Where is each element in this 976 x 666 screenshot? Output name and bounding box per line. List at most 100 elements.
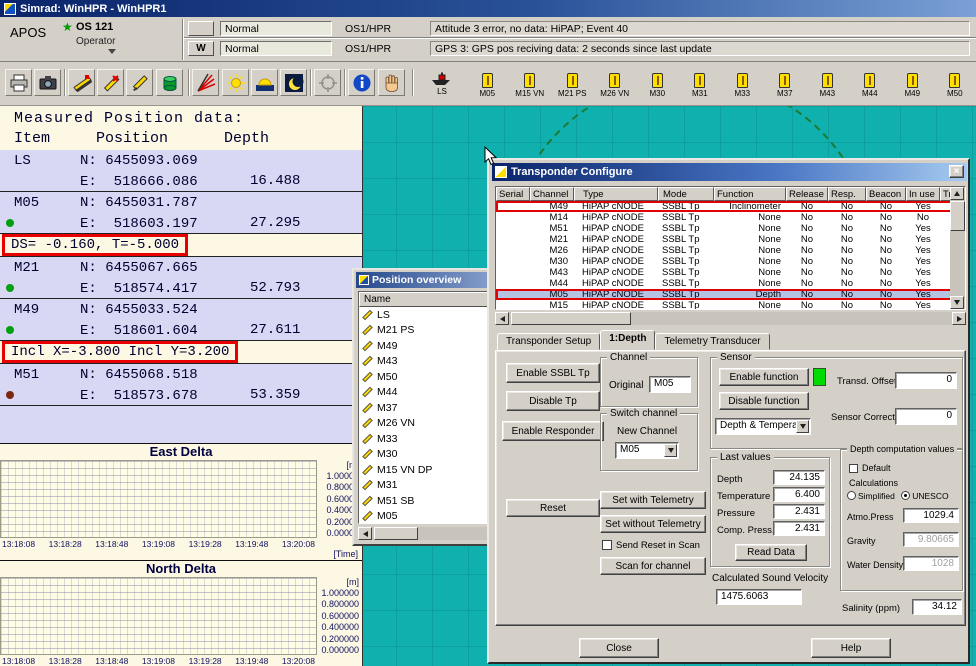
header-function[interactable]: Function <box>714 187 786 201</box>
ack-button-2[interactable]: W <box>188 41 214 56</box>
table-row[interactable]: M51 HiPAP cNODE SSBL Tp None No No No Ye… <box>496 223 965 234</box>
survey-lines-button[interactable] <box>68 69 95 96</box>
chevron-down-icon[interactable] <box>664 444 677 457</box>
close-button[interactable]: Close <box>579 638 659 658</box>
position-overview-titlebar[interactable]: Position overview <box>356 272 506 288</box>
pan-button[interactable] <box>378 69 405 96</box>
salinity-field[interactable]: 34.12 <box>912 599 962 615</box>
tab-transponder-setup[interactable]: Transponder Setup <box>497 333 600 350</box>
window-titlebar[interactable]: Simrad: WinHPR - WinHPR1 <box>0 0 976 17</box>
list-item[interactable]: M49 <box>359 338 505 354</box>
bearing-lines-button[interactable] <box>192 69 219 96</box>
list-item[interactable]: M26 VN <box>359 416 505 432</box>
table-row[interactable]: M21 HiPAP cNODE SSBL Tp None No No No Ye… <box>496 234 965 245</box>
tab-1-depth[interactable]: 1:Depth <box>600 330 655 350</box>
list-item[interactable]: M44 <box>359 385 505 401</box>
horizontal-scrollbar[interactable] <box>358 527 506 540</box>
list-item[interactable]: M21 PS <box>359 323 505 339</box>
scrollbar-thumb[interactable] <box>950 201 965 231</box>
reset-button[interactable]: Reset <box>506 499 600 517</box>
transponder-button-ls[interactable]: LS <box>420 66 464 102</box>
database-button[interactable] <box>156 69 183 96</box>
position-row-m05[interactable]: M05N: 6455031.787 E: 518603.19727.295 <box>0 192 362 234</box>
default-checkbox[interactable] <box>849 464 858 473</box>
transponder-button[interactable]: M21 PS <box>551 66 594 104</box>
disable-function-button[interactable]: Disable function <box>719 392 809 410</box>
original-channel-field[interactable]: M05 <box>649 376 691 393</box>
transponder-button[interactable]: M26 VN <box>594 66 637 104</box>
read-data-button[interactable]: Read Data <box>735 544 807 561</box>
header-serial[interactable]: Serial <box>496 187 530 201</box>
dusk-palette-button[interactable] <box>251 69 278 96</box>
scroll-right-button[interactable] <box>952 312 966 325</box>
position-row-m49[interactable]: M49N: 6455033.524 E: 518601.60427.611 <box>0 299 362 341</box>
transponder-button[interactable]: M44 <box>849 66 892 104</box>
simplified-radio[interactable] <box>847 491 856 500</box>
sensor-type-dropdown[interactable]: Depth & Tempera <box>715 418 811 435</box>
header-beacon[interactable]: Beacon <box>866 187 906 201</box>
table-row[interactable]: M49 HiPAP cNODE SSBL Tp Inclinometer No … <box>496 201 965 212</box>
header-resp[interactable]: Resp. <box>828 187 866 201</box>
set-without-telemetry-button[interactable]: Set without Telemetry <box>600 515 706 533</box>
table-row[interactable]: M26 HiPAP cNODE SSBL Tp None No No No Ye… <box>496 245 965 256</box>
list-item[interactable]: M33 <box>359 431 505 447</box>
table-row[interactable]: M30 HiPAP cNODE SSBL Tp None No No No Ye… <box>496 256 965 267</box>
disable-tp-button[interactable]: Disable Tp <box>506 391 600 411</box>
position-row-ls[interactable]: LSN: 6455093.069 E: 518666.08616.488 <box>0 150 362 192</box>
ack-button-1[interactable] <box>188 21 214 36</box>
transponder-button[interactable]: M31 <box>679 66 722 104</box>
horizontal-scrollbar[interactable] <box>495 312 966 325</box>
header-inuse[interactable]: In use <box>906 187 940 201</box>
day-palette-button[interactable] <box>222 69 249 96</box>
header-mode[interactable]: Mode <box>658 187 714 201</box>
header-type[interactable]: Type <box>574 187 658 201</box>
transponder-button[interactable]: M50 <box>934 66 976 104</box>
sensor-correction-field[interactable]: 0 <box>895 408 957 425</box>
info-button[interactable] <box>348 69 375 96</box>
unesco-radio[interactable] <box>901 491 910 500</box>
table-row[interactable]: M43 HiPAP cNODE SSBL Tp None No No No Ye… <box>496 267 965 278</box>
set-with-telemetry-button[interactable]: Set with Telemetry <box>600 491 706 509</box>
snapshot-button[interactable] <box>34 69 61 96</box>
list-item[interactable]: M50 <box>359 369 505 385</box>
enable-function-button[interactable]: Enable function <box>719 368 809 386</box>
list-item[interactable]: M31 <box>359 478 505 494</box>
table-row[interactable]: M44 HiPAP cNODE SSBL Tp None No No No Ye… <box>496 278 965 289</box>
name-column-header[interactable]: Name <box>359 292 505 307</box>
chevron-down-icon[interactable] <box>796 420 809 433</box>
map-area[interactable]: Measured Position data: Item Position De… <box>0 106 976 666</box>
position-row-m21[interactable]: M21N: 6455067.665 E: 518574.41752.793 <box>0 257 362 299</box>
table-row[interactable]: M15 HiPAP cNODE SSBL Tp None No No No Ye… <box>496 300 965 310</box>
edit-button[interactable] <box>126 69 153 96</box>
position-row-m51[interactable]: M51N: 6455068.518 E: 518573.67853.359 <box>0 364 362 406</box>
scroll-left-button[interactable] <box>358 527 372 540</box>
transponder-button[interactable]: M30 <box>636 66 679 104</box>
list-item[interactable]: M51 SB <box>359 493 505 509</box>
list-item[interactable]: M30 <box>359 447 505 463</box>
enable-ssbl-button[interactable]: Enable SSBL Tp <box>506 363 600 383</box>
close-icon[interactable]: × <box>949 165 964 178</box>
transponder-button[interactable]: M33 <box>721 66 764 104</box>
table-row[interactable]: M14 HiPAP cNODE SSBL Tp None No No No No <box>496 212 965 223</box>
scroll-left-button[interactable] <box>495 312 509 325</box>
dialog-titlebar[interactable]: Transponder Configure × <box>492 163 967 181</box>
enable-responder-button[interactable]: Enable Responder <box>502 421 604 441</box>
transd-offset-field[interactable]: 0 <box>895 372 957 389</box>
transponder-button[interactable]: M15 VN <box>509 66 552 104</box>
transponder-button[interactable]: M05 <box>466 66 509 104</box>
transponder-button[interactable]: M43 <box>806 66 849 104</box>
tab-telemetry-transducer[interactable]: Telemetry Transducer <box>655 333 769 350</box>
help-button[interactable]: Help <box>811 638 891 658</box>
scrollbar-thumb[interactable] <box>374 527 418 540</box>
atmo-press-field[interactable]: 1029.4 <box>903 508 959 523</box>
table-row[interactable]: M05 HiPAP cNODE SSBL Tp Depth No No No Y… <box>496 289 965 300</box>
new-channel-dropdown[interactable]: M05 <box>615 442 679 459</box>
print-button[interactable] <box>5 69 32 96</box>
edit-delete-button[interactable] <box>97 69 124 96</box>
scroll-down-button[interactable] <box>950 296 964 309</box>
list-item[interactable]: M43 <box>359 354 505 370</box>
list-item[interactable]: M37 <box>359 400 505 416</box>
center-view-button[interactable] <box>314 69 341 96</box>
header-release[interactable]: Release <box>786 187 828 201</box>
list-item[interactable]: M15 VN DP <box>359 462 505 478</box>
